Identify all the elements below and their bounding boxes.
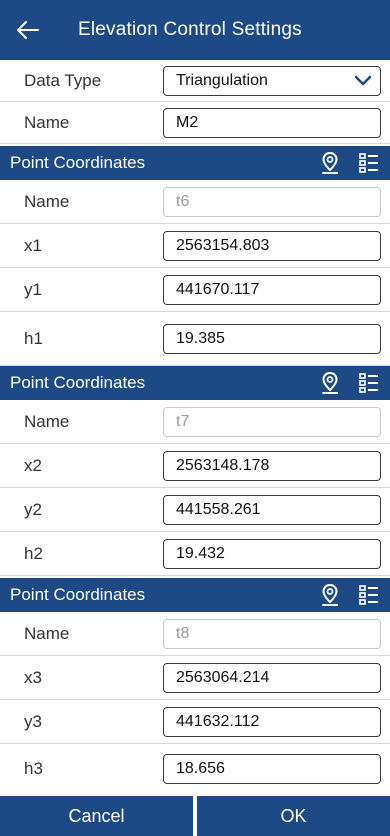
x-label: x2 [24, 455, 42, 475]
section-title: Point Coordinates [10, 373, 146, 392]
point-list-icon[interactable] [358, 372, 380, 394]
y-input[interactable]: 441670.117 [163, 274, 381, 305]
point-list-icon[interactable] [358, 584, 380, 606]
point-1-h-row: h1 19.385 [0, 312, 390, 366]
y-input[interactable]: 441558.261 [163, 494, 381, 525]
point-1-x-row: x1 2563154.803 [0, 224, 390, 268]
point-name-input[interactable]: t6 [163, 186, 381, 217]
x-input[interactable]: 2563148.178 [163, 450, 381, 481]
location-pin-icon[interactable] [320, 371, 340, 395]
cancel-button[interactable]: Cancel [0, 796, 193, 836]
h-input[interactable]: 19.432 [163, 538, 381, 569]
name-label: Name [24, 112, 70, 132]
app-header: Elevation Control Settings [0, 0, 390, 60]
h-label: h1 [24, 328, 43, 348]
point-3-y-row: y3 441632.112 [0, 700, 390, 744]
y-label: y1 [24, 279, 42, 299]
point-2-name-row: Name t7 [0, 400, 390, 444]
y-label: y3 [24, 711, 42, 731]
h-input[interactable]: 18.656 [163, 754, 381, 784]
point-coordinates-header-1: Point Coordinates [0, 146, 390, 180]
point-name-input[interactable]: t7 [163, 406, 381, 437]
footer-bar: Cancel OK [0, 796, 390, 836]
h-label: h3 [24, 759, 43, 778]
data-type-label: Data Type [24, 70, 102, 90]
back-button[interactable] [0, 0, 56, 60]
point-coordinates-header-3: Point Coordinates [0, 578, 390, 612]
x-label: x3 [24, 667, 42, 687]
point-name-label: Name [24, 623, 70, 643]
x-input[interactable]: 2563064.214 [163, 662, 381, 693]
point-3-h-row: h3 18.656 [0, 744, 390, 794]
point-2-x-row: x2 2563148.178 [0, 444, 390, 488]
point-3-name-row: Name t8 [0, 612, 390, 656]
data-type-select[interactable]: Triangulation [163, 65, 381, 96]
name-row: Name M2 [0, 102, 390, 144]
y-label: y2 [24, 499, 42, 519]
section-title: Point Coordinates [10, 585, 146, 604]
x-label: x1 [24, 235, 42, 255]
point-1-name-row: Name t6 [0, 180, 390, 224]
point-name-input[interactable]: t8 [163, 618, 381, 649]
point-coordinates-header-2: Point Coordinates [0, 366, 390, 400]
name-input[interactable]: M2 [163, 107, 381, 138]
page-title: Elevation Control Settings [78, 19, 302, 40]
data-type-value: Triangulation [176, 71, 268, 89]
point-3-x-row: x3 2563064.214 [0, 656, 390, 700]
location-pin-icon[interactable] [320, 583, 340, 607]
point-name-label: Name [24, 411, 70, 431]
chevron-down-icon [354, 75, 372, 85]
h-input[interactable]: 19.385 [163, 323, 381, 354]
y-input[interactable]: 441632.112 [163, 706, 381, 737]
ok-button[interactable]: OK [197, 796, 390, 836]
location-pin-icon[interactable] [320, 151, 340, 175]
point-1-y-row: y1 441670.117 [0, 268, 390, 312]
x-input[interactable]: 2563154.803 [163, 230, 381, 261]
point-name-label: Name [24, 191, 70, 211]
point-list-icon[interactable] [358, 152, 380, 174]
data-type-row: Data Type Triangulation [0, 60, 390, 102]
h-label: h2 [24, 543, 43, 563]
point-2-h-row: h2 19.432 [0, 532, 390, 576]
back-arrow-icon [17, 21, 39, 39]
point-2-y-row: y2 441558.261 [0, 488, 390, 532]
section-title: Point Coordinates [10, 153, 146, 172]
